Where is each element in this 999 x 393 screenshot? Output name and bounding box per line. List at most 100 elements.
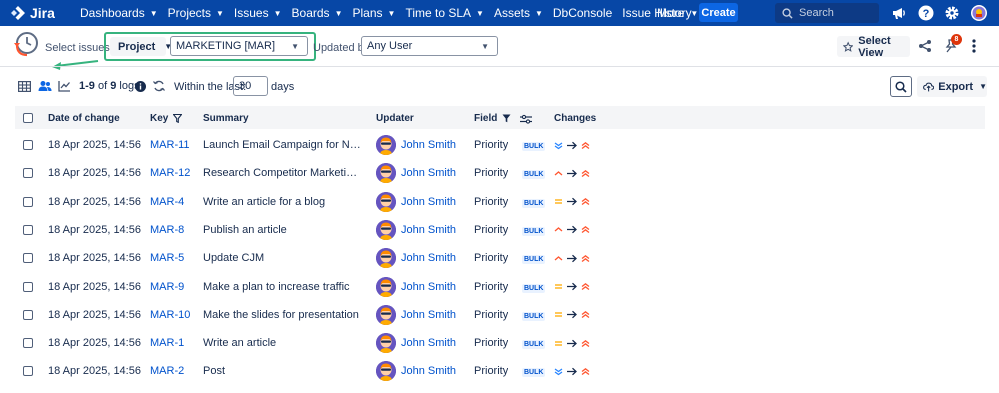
arrow-right-icon	[567, 226, 577, 234]
search-icon	[782, 7, 793, 19]
refresh-icon[interactable]	[152, 79, 166, 93]
row-checkbox[interactable]	[23, 338, 33, 349]
row-issue-key-link[interactable]: MAR-12	[150, 167, 190, 179]
bulk-badge: BULK	[522, 198, 546, 208]
days-input[interactable]: 30	[233, 76, 268, 96]
create-button[interactable]: Create	[699, 3, 738, 22]
header-updater[interactable]: Updater	[376, 113, 414, 124]
users-view-icon[interactable]	[37, 78, 53, 94]
nav-item-dashboards[interactable]: Dashboards ▼	[80, 6, 158, 20]
row-issue-key-link[interactable]: MAR-8	[150, 224, 184, 236]
table-row[interactable]: 18 Apr 2025, 14:56 MAR-8 Publish an articl…	[15, 216, 985, 244]
header-field[interactable]: Field	[474, 113, 533, 124]
row-checkbox[interactable]	[23, 366, 33, 377]
updated-by-select[interactable]: Any User ▼	[361, 36, 498, 56]
updater-avatar	[376, 163, 396, 184]
arrow-right-icon	[567, 367, 577, 376]
info-icon[interactable]	[134, 80, 146, 92]
search-placeholder: Search	[799, 7, 834, 19]
table-row[interactable]: 18 Apr 2025, 14:56 MAR-9 Make a plan to in…	[15, 273, 985, 301]
row-issue-key-link[interactable]: MAR-11	[150, 139, 190, 151]
row-date: 18 Apr 2025, 14:56	[48, 195, 141, 208]
row-checkbox[interactable]	[23, 309, 33, 320]
row-checkbox[interactable]	[23, 281, 33, 292]
search-input[interactable]: Search	[775, 3, 879, 23]
nav-item-plans[interactable]: Plans ▼	[352, 6, 395, 20]
profile-avatar[interactable]	[970, 4, 988, 22]
more-actions-icon[interactable]	[967, 37, 981, 55]
row-updater-link[interactable]: John Smith	[401, 167, 456, 179]
row-date: 18 Apr 2025, 14:56	[48, 365, 141, 378]
header-key[interactable]: Key	[150, 113, 183, 124]
nav-item-boards[interactable]: Boards ▼	[292, 6, 343, 20]
table-row[interactable]: 18 Apr 2025, 14:56 MAR-4 Write an article …	[15, 188, 985, 216]
chart-view-icon[interactable]	[56, 78, 72, 94]
header-date[interactable]: Date of change	[48, 113, 120, 124]
row-field: Priority	[474, 167, 509, 180]
search-button[interactable]	[890, 76, 912, 97]
row-checkbox[interactable]	[23, 253, 33, 264]
arrow-right-icon	[567, 169, 577, 178]
table-row[interactable]: 18 Apr 2025, 14:56 MAR-11 Launch Email Cam…	[15, 131, 985, 159]
row-issue-key-link[interactable]: MAR-9	[150, 281, 184, 293]
select-view-button[interactable]: Select View	[837, 35, 910, 59]
project-type-button[interactable]: Project ▼	[110, 37, 172, 56]
row-updater-link[interactable]: John Smith	[401, 309, 456, 321]
filter-icon[interactable]	[173, 114, 183, 123]
row-issue-key-link[interactable]: MAR-5	[150, 252, 184, 264]
row-updater-link[interactable]: John Smith	[401, 337, 456, 349]
nav-item-projects[interactable]: Projects ▼	[168, 6, 224, 20]
row-checkbox[interactable]	[23, 140, 33, 150]
sliders-icon[interactable]	[520, 114, 533, 124]
row-issue-key-link[interactable]: MAR-10	[150, 309, 190, 321]
table-row[interactable]: 18 Apr 2025, 14:56 MAR-2 Post John Smith Pri…	[15, 357, 985, 385]
table-row[interactable]: 18 Apr 2025, 14:56 MAR-5 Update CJM John Sm…	[15, 244, 985, 272]
nav-item-label: DbConsole	[552, 6, 613, 20]
priority-highest-icon	[581, 254, 590, 262]
cloud-export-icon	[923, 82, 935, 91]
nav-item-issues[interactable]: Issues ▼	[234, 6, 282, 20]
row-updater-link[interactable]: John Smith	[401, 139, 456, 151]
settings-gear-icon[interactable]	[943, 4, 961, 22]
row-updater-link[interactable]: John Smith	[401, 196, 456, 208]
row-checkbox[interactable]	[23, 196, 33, 207]
export-button[interactable]: Export ▼	[917, 76, 987, 97]
share-icon[interactable]	[916, 37, 934, 55]
row-checkbox[interactable]	[23, 224, 33, 235]
row-issue-key-link[interactable]: MAR-1	[150, 337, 184, 349]
header-summary[interactable]: Summary	[203, 113, 249, 124]
row-updater-link[interactable]: John Smith	[401, 281, 456, 293]
jira-logo[interactable]: Jira	[10, 5, 62, 21]
arrow-right-icon	[567, 339, 577, 347]
table-view-icon[interactable]	[16, 78, 32, 94]
chevron-down-icon: ▼	[979, 82, 987, 91]
row-updater-link[interactable]: John Smith	[401, 252, 456, 264]
priority-highest-icon	[581, 198, 590, 206]
row-date: 18 Apr 2025, 14:56	[48, 280, 141, 293]
row-updater-link[interactable]: John Smith	[401, 365, 456, 377]
updater-avatar	[376, 219, 396, 240]
nav-item-time-to-sla[interactable]: Time to SLA ▼	[405, 6, 484, 20]
chevron-down-icon: ▼	[291, 41, 299, 51]
priority-highest-icon	[581, 141, 590, 149]
project-select[interactable]: MARKETING [MAR] ▼	[170, 36, 308, 56]
megaphone-icon[interactable]	[890, 4, 908, 22]
row-issue-key-link[interactable]: MAR-4	[150, 196, 184, 208]
row-checkbox[interactable]	[23, 168, 33, 179]
nav-item-dbconsole[interactable]: DbConsole	[553, 6, 612, 20]
priority-change	[554, 308, 590, 322]
help-icon[interactable]: ?	[917, 4, 935, 22]
table-row[interactable]: 18 Apr 2025, 14:56 MAR-1 Write an article J…	[15, 329, 985, 357]
row-issue-key-link[interactable]: MAR-2	[150, 365, 184, 377]
bulk-badge: BULK	[522, 170, 546, 180]
table-row[interactable]: 18 Apr 2025, 14:56 MAR-10 Make the slides …	[15, 301, 985, 329]
table-row[interactable]: 18 Apr 2025, 14:56 MAR-12 Research Competi…	[15, 159, 985, 187]
nav-item-label: Boards	[291, 6, 330, 20]
row-updater-link[interactable]: John Smith	[401, 224, 456, 236]
nav-item-assets[interactable]: Assets ▼	[494, 6, 543, 20]
filter-icon[interactable]	[502, 114, 511, 123]
nav-more[interactable]: More ▼	[657, 6, 698, 20]
updater-avatar	[376, 361, 396, 382]
select-all-checkbox[interactable]	[23, 113, 33, 123]
updater-avatar	[376, 191, 396, 212]
